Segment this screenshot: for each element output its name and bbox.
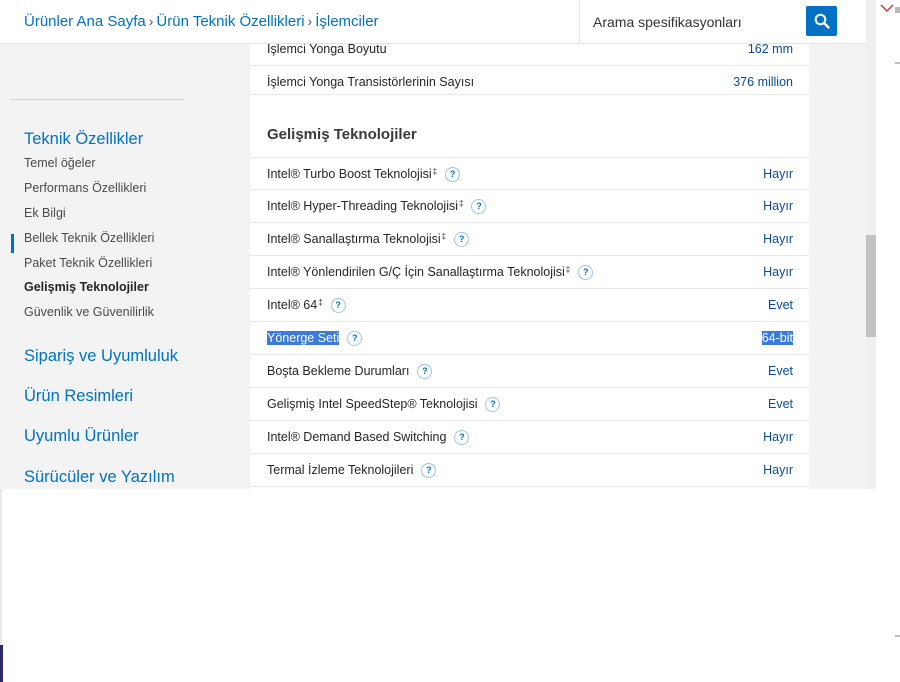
spec-label: İşlemci Yonga Boyutu	[267, 42, 387, 56]
sidebar-item-performance[interactable]: Performans Özellikleri	[24, 181, 146, 195]
help-icon[interactable]: ?	[445, 167, 461, 183]
help-icon[interactable]: ?	[471, 199, 487, 215]
search-box	[579, 0, 866, 44]
spec-label: Intel® Hyper-Threading Teknolojisi‡?	[267, 199, 487, 215]
sidebar-item-package[interactable]: Paket Teknik Özellikleri	[24, 256, 152, 270]
spec-card: İşlemci Yonga Boyutu 162 mm İşlemci Yong…	[250, 42, 809, 489]
spec-label-text: Termal İzleme Teknolojileri	[267, 463, 414, 477]
help-icon[interactable]: ?	[578, 265, 594, 281]
spec-label: Intel® Demand Based Switching?	[267, 430, 470, 446]
spec-label-text: Boşta Bekleme Durumları	[267, 364, 410, 378]
help-icon[interactable]: ?	[417, 364, 433, 380]
sidebar-item-essentials[interactable]: Temel öğeler	[24, 156, 96, 170]
background-window-divider	[895, 635, 900, 637]
spec-label: Intel® Turbo Boost Teknolojisi‡?	[267, 167, 461, 183]
sidebar-link-product-images[interactable]: Ürün Resimleri	[24, 387, 133, 406]
search-button[interactable]	[806, 6, 837, 36]
spec-label: İşlemci Yonga Transistörlerinin Sayısı	[267, 75, 475, 89]
sidebar-link-ordering[interactable]: Sipariş ve Uyumluluk	[24, 347, 178, 366]
spec-label-text: Intel® 64	[267, 298, 318, 312]
spec-label: Termal İzleme Teknolojileri?	[267, 463, 437, 479]
spec-label: Intel® 64‡?	[267, 298, 346, 314]
spec-value: 162 mm	[747, 42, 793, 56]
spec-value: Hayır	[763, 265, 793, 279]
spec-row: Intel® Hyper-Threading Teknolojisi‡? Hayı…	[250, 190, 809, 223]
help-icon[interactable]: ?	[421, 463, 437, 479]
spec-value: Hayır	[763, 430, 793, 444]
spec-value: Hayır	[763, 167, 793, 181]
spec-value: Hayır	[763, 199, 793, 213]
spec-label-text: Intel® Demand Based Switching	[267, 430, 447, 444]
spec-row: Gelişmiş Intel SpeedStep® Teknolojisi? Ev…	[250, 388, 809, 421]
footnote-dagger[interactable]: ‡	[566, 265, 570, 274]
top-bar: Ürünler Ana Sayfa › Ürün Teknik Özellikler…	[0, 0, 866, 44]
chevron-down-icon	[880, 4, 894, 13]
spec-row: Intel® 64‡? Evet	[250, 289, 809, 322]
help-icon[interactable]: ?	[347, 331, 363, 347]
footnote-dagger[interactable]: ‡	[318, 298, 322, 307]
spec-value: Evet	[767, 364, 793, 378]
window-edge-mark	[0, 645, 3, 682]
spec-value: Evet	[767, 397, 793, 411]
breadcrumb-link-product-specs[interactable]: Ürün Teknik Özellikleri	[156, 13, 304, 30]
sidebar-link-drivers[interactable]: Sürücüler ve Yazılım	[24, 468, 175, 487]
sidebar-link-compatible-products[interactable]: Uyumlu Ürünler	[24, 427, 139, 446]
footnote-dagger[interactable]: ‡	[442, 232, 446, 241]
background-window	[876, 0, 900, 682]
spec-value: 376 million	[733, 75, 793, 89]
search-input[interactable]	[580, 2, 815, 42]
spec-label-text: Gelişmiş Intel SpeedStep® Teknolojisi	[267, 397, 478, 411]
spec-row: Termal İzleme Teknolojileri? Hayır	[250, 454, 809, 487]
spec-row: Intel® Demand Based Switching? Hayır	[250, 421, 809, 454]
scrollbar-thumb[interactable]	[866, 235, 876, 337]
spec-label: Yönerge Seti?	[267, 331, 363, 347]
spec-label: Intel® Yönlendirilen G/Ç İçin Sanallaştı…	[267, 265, 594, 281]
search-icon	[814, 13, 830, 29]
spec-value: Hayır	[763, 463, 793, 477]
spec-label-text: Intel® Yönlendirilen G/Ç İçin Sanallaştı…	[267, 265, 565, 279]
breadcrumb-link-products-home[interactable]: Ürünler Ana Sayfa	[24, 13, 146, 30]
spec-row: İşlemci Yonga Transistörlerinin Sayısı 3…	[250, 66, 809, 95]
footnote-dagger[interactable]: ‡	[459, 199, 463, 208]
spec-label-text: Yönerge Seti	[267, 331, 340, 345]
spec-label-text: Intel® Turbo Boost Teknolojisi	[267, 167, 432, 181]
help-icon[interactable]: ?	[330, 298, 346, 314]
spec-value: Evet	[767, 298, 793, 312]
sidebar-item-supplemental[interactable]: Ek Bilgi	[24, 206, 66, 220]
spec-row: Yönerge Seti? 64-bit	[250, 322, 809, 355]
sidebar-divider	[11, 99, 184, 100]
breadcrumb-separator: ›	[148, 13, 154, 29]
spec-row: Intel® Turbo Boost Teknolojisi‡? Hayır	[250, 157, 809, 190]
help-icon[interactable]: ?	[454, 232, 470, 248]
sidebar-item-security[interactable]: Güvenlik ve Güvenilirlik	[24, 305, 154, 319]
spec-row: Boşta Bekleme Durumları? Evet	[250, 355, 809, 388]
spec-label-text: Intel® Hyper-Threading Teknolojisi	[267, 199, 459, 213]
background-window-mark	[895, 7, 900, 13]
spec-value: 64-bit	[761, 331, 793, 345]
sidebar-section-title[interactable]: Teknik Özellikler	[24, 130, 143, 149]
sidebar-active-indicator	[11, 234, 14, 253]
footnote-dagger[interactable]: ‡	[433, 167, 437, 176]
spec-label: Gelişmiş Intel SpeedStep® Teknolojisi?	[267, 397, 501, 413]
help-icon[interactable]: ?	[485, 397, 501, 413]
background-window-divider	[895, 62, 900, 64]
sidebar-item-memory[interactable]: Bellek Teknik Özellikleri	[24, 231, 154, 245]
spec-row: Intel® Sanallaştırma Teknolojisi‡? Hayır	[250, 223, 809, 256]
spec-label: Boşta Bekleme Durumları?	[267, 364, 433, 380]
help-icon[interactable]: ?	[454, 430, 470, 446]
breadcrumb: Ürünler Ana Sayfa › Ürün Teknik Özellikler…	[24, 13, 379, 30]
spec-label: Intel® Sanallaştırma Teknolojisi‡?	[267, 232, 470, 248]
sidebar-item-advanced-tech[interactable]: Gelişmiş Teknolojiler	[24, 280, 149, 294]
breadcrumb-separator: ›	[307, 13, 313, 29]
spec-row: Intel® Yönlendirilen G/Ç İçin Sanallaştı…	[250, 256, 809, 289]
spec-value: Hayır	[763, 232, 793, 246]
breadcrumb-link-processors[interactable]: İşlemciler	[315, 13, 378, 30]
sidebar: Teknik Özellikler Temel öğeler Performan…	[0, 44, 222, 489]
spec-label-text: Intel® Sanallaştırma Teknolojisi	[267, 232, 441, 246]
section-heading: Gelişmiş Teknolojiler	[267, 126, 417, 143]
